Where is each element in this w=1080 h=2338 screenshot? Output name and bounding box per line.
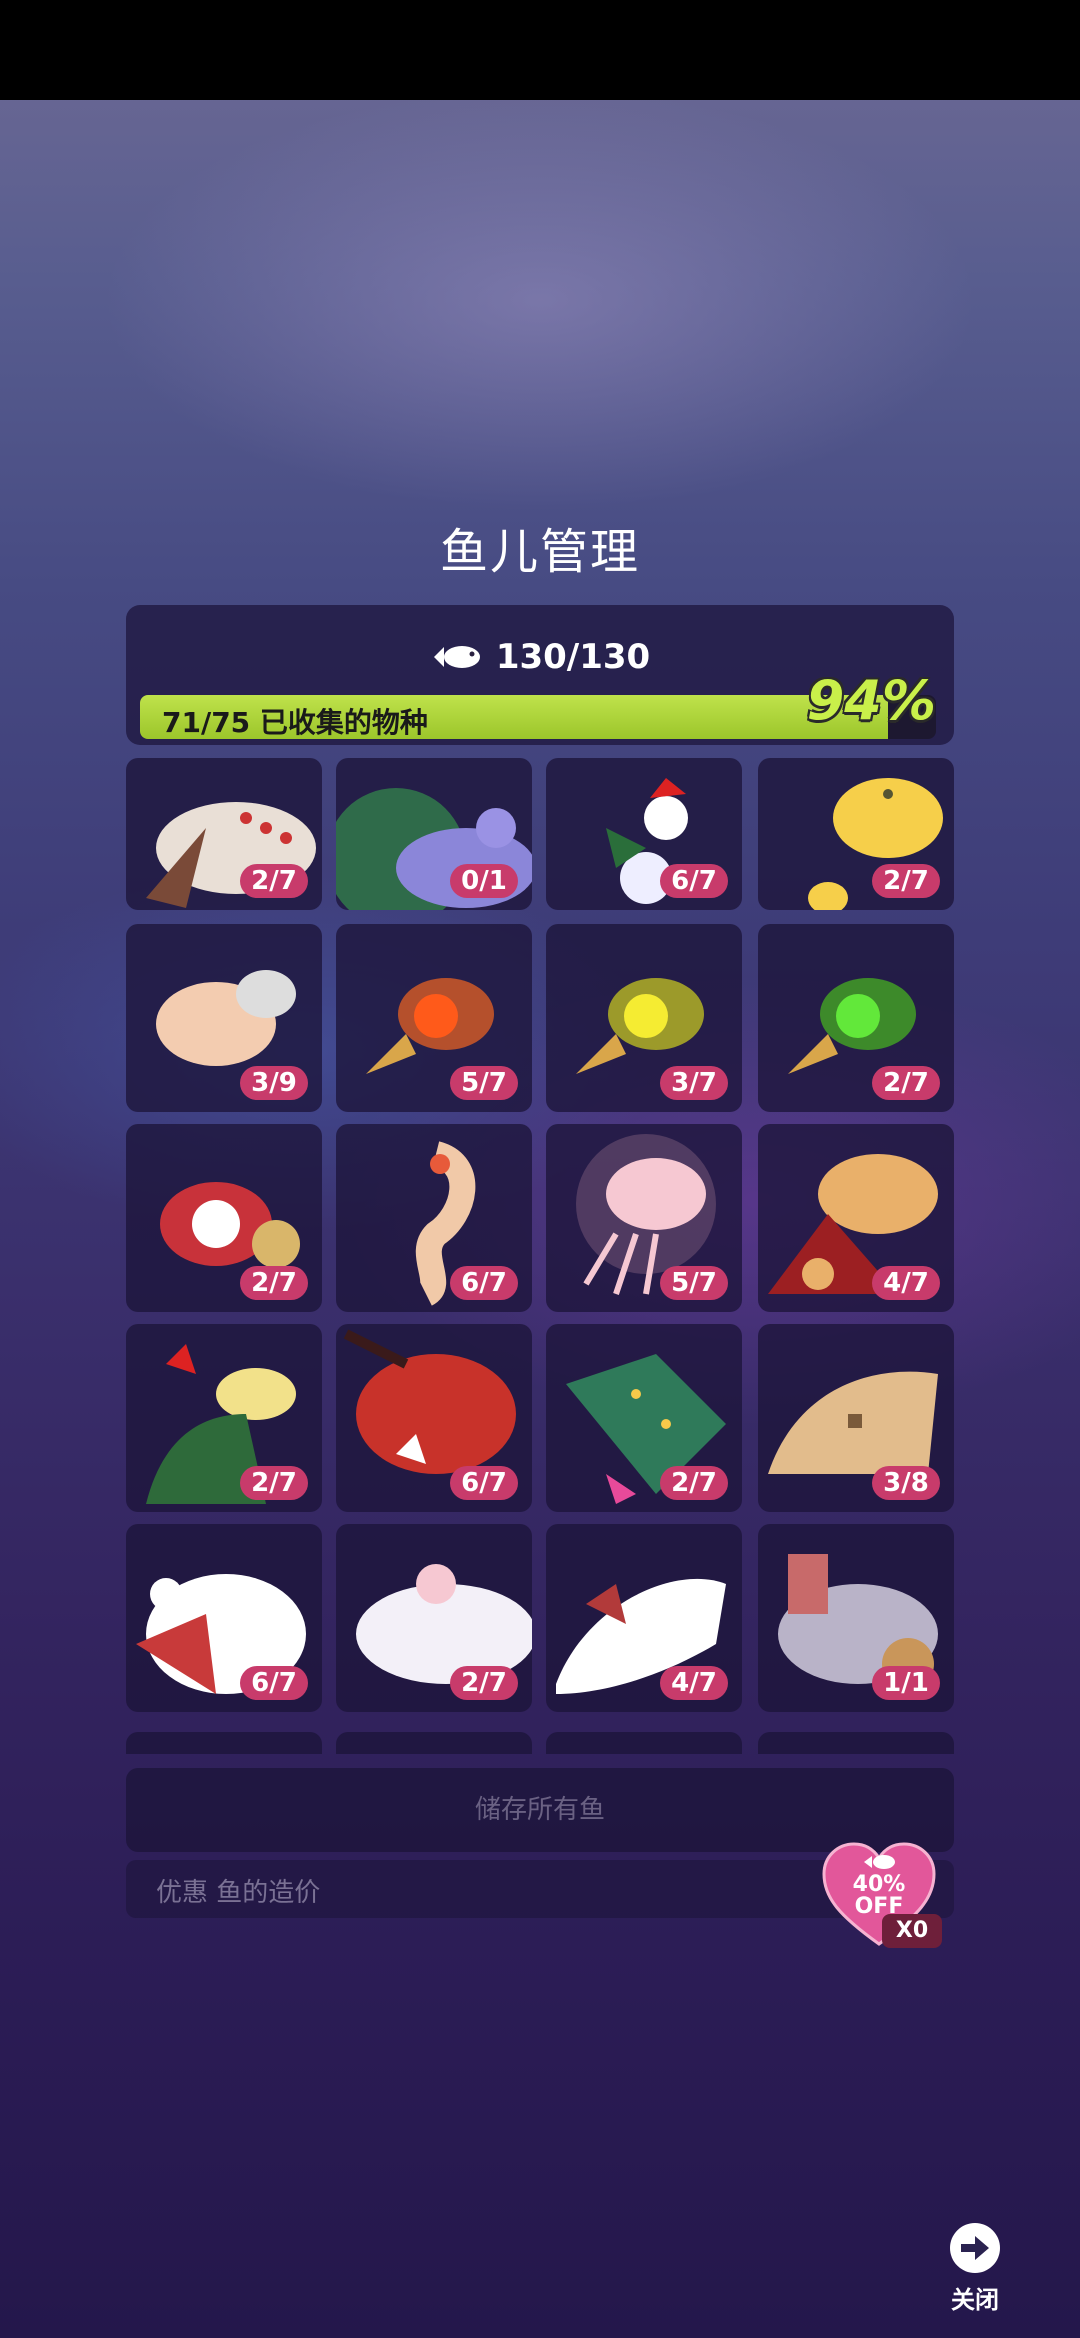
fish-count-badge: 2/7 bbox=[872, 1066, 940, 1100]
fish-tile[interactable]: 5/7 bbox=[336, 924, 532, 1112]
fish-count-badge: 2/7 bbox=[240, 1466, 308, 1500]
fish-count-badge: 2/7 bbox=[450, 1666, 518, 1700]
fish-tile[interactable]: 2/7 bbox=[126, 1124, 322, 1312]
status-bar bbox=[0, 0, 1080, 100]
fish-count-badge: 3/9 bbox=[240, 1066, 308, 1100]
fish-tile-partial[interactable] bbox=[126, 1732, 322, 1754]
collection-summary-panel: 130/130 71/75 已收集的物种 94% bbox=[126, 605, 954, 745]
fish-tile[interactable]: 3/7 bbox=[546, 924, 742, 1112]
fish-count-badge: 0/1 bbox=[450, 864, 518, 898]
arrow-right-circle-icon bbox=[950, 2223, 1000, 2273]
fish-count-badge: 5/7 bbox=[450, 1066, 518, 1100]
fish-tile[interactable]: 2/7 bbox=[126, 1324, 322, 1512]
fish-count-text: 130/130 bbox=[495, 637, 651, 677]
fish-count-badge: 1/1 bbox=[872, 1666, 940, 1700]
fish-tile[interactable]: 2/7 bbox=[758, 758, 954, 910]
fish-count-badge: 2/7 bbox=[660, 1466, 728, 1500]
fish-tile[interactable]: 2/7 bbox=[126, 758, 322, 910]
fish-count-badge: 3/7 bbox=[660, 1066, 728, 1100]
species-progress-label: 71/75 已收集的物种 bbox=[162, 706, 428, 739]
fish-count-badge: 6/7 bbox=[450, 1466, 518, 1500]
close-label: 关闭 bbox=[951, 2286, 999, 2314]
fish-count-badge: 2/7 bbox=[240, 1266, 308, 1300]
fish-tile-partial[interactable] bbox=[336, 1732, 532, 1754]
fish-tile[interactable]: 0/1 bbox=[336, 758, 532, 910]
close-button[interactable]: 关闭 bbox=[940, 2222, 1010, 2315]
fish-count-badge: 5/7 bbox=[660, 1266, 728, 1300]
fish-icon bbox=[433, 646, 480, 668]
fish-count-badge: 2/7 bbox=[872, 864, 940, 898]
fish-tile[interactable]: 5/7 bbox=[546, 1124, 742, 1312]
discount-heart-text: 40% OFF bbox=[820, 1874, 938, 1918]
fish-tile[interactable]: 6/7 bbox=[336, 1124, 532, 1312]
fish-tile[interactable]: 4/7 bbox=[758, 1124, 954, 1312]
fish-tile[interactable]: 6/7 bbox=[336, 1324, 532, 1512]
fish-tile-partial[interactable] bbox=[758, 1732, 954, 1754]
discount-multiplier-badge: X0 bbox=[882, 1914, 942, 1948]
discount-label: 优惠 鱼的造价 bbox=[156, 1878, 321, 1908]
fish-count-badge: 2/7 bbox=[240, 864, 308, 898]
fish-grid: 2/7 0/1 6/7 2/7 3/9 5/7 3/7 2/7 2/7 6/7 5/7 4/7 2/7 6… bbox=[126, 758, 954, 1754]
fish-tile-partial[interactable] bbox=[546, 1732, 742, 1754]
fish-tile[interactable]: 3/8 bbox=[758, 1324, 954, 1512]
fish-count-badge: 6/7 bbox=[660, 864, 728, 898]
fish-tile[interactable]: 2/7 bbox=[758, 924, 954, 1112]
page-title: 鱼儿管理 bbox=[439, 524, 640, 580]
fish-count-badge: 6/7 bbox=[240, 1666, 308, 1700]
fish-tile[interactable]: 2/7 bbox=[546, 1324, 742, 1512]
fish-tile[interactable]: 6/7 bbox=[546, 758, 742, 910]
fish-tile[interactable]: 3/9 bbox=[126, 924, 322, 1112]
fish-tile[interactable]: 4/7 bbox=[546, 1524, 742, 1712]
fish-tile[interactable]: 6/7 bbox=[126, 1524, 322, 1712]
fish-count-badge: 4/7 bbox=[660, 1666, 728, 1700]
fish-count-badge: 3/8 bbox=[872, 1466, 940, 1500]
fish-tile[interactable]: 1/1 bbox=[758, 1524, 954, 1712]
fish-tile[interactable]: 2/7 bbox=[336, 1524, 532, 1712]
fish-count-badge: 6/7 bbox=[450, 1266, 518, 1300]
species-percent: 94% bbox=[806, 669, 936, 732]
fish-count-badge: 4/7 bbox=[872, 1266, 940, 1300]
